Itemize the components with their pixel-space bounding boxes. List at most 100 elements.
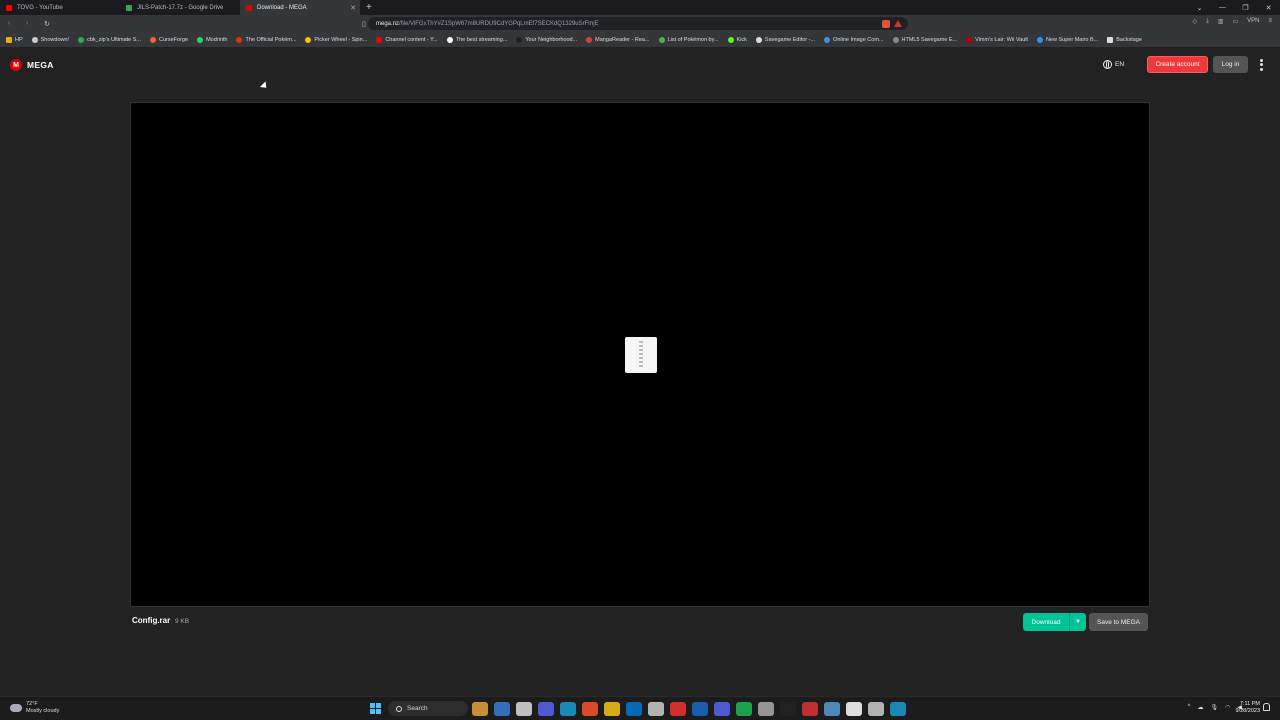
bookmark-favicon-icon — [150, 36, 157, 43]
bookmark-item[interactable]: Your Neighborhood... — [516, 36, 577, 43]
taskbar-app-icon[interactable] — [780, 702, 796, 716]
notification-bell-icon[interactable] — [1263, 703, 1270, 711]
more-options-icon[interactable] — [1258, 58, 1264, 72]
onedrive-icon[interactable]: ☁ — [1198, 704, 1204, 711]
taskbar-app-icon[interactable] — [692, 702, 708, 716]
taskbar-app-icon[interactable] — [736, 702, 752, 716]
taskbar-app-icon[interactable] — [582, 702, 598, 716]
bookmark-item[interactable]: Picker Wheel - Spin... — [305, 36, 367, 43]
taskbar-app-icon[interactable] — [890, 702, 906, 716]
taskbar-app-icon[interactable] — [714, 702, 730, 716]
bookmark-item[interactable]: List of Pokémon by... — [658, 36, 719, 43]
bookmark-item[interactable]: Backstage — [1107, 36, 1142, 43]
extensions-icon[interactable]: ◇ — [1193, 18, 1198, 25]
brave-rewards-icon[interactable] — [894, 20, 902, 27]
folder-icon — [6, 36, 12, 43]
taskbar-app-icon[interactable] — [626, 702, 642, 716]
save-to-mega-button[interactable]: Save to MEGA — [1089, 613, 1148, 631]
language-selector[interactable]: EN — [1103, 60, 1124, 69]
bookmark-item[interactable]: Modrinth — [197, 36, 227, 43]
sidebar-icon[interactable]: ▥ — [1218, 18, 1224, 25]
taskbar-app-icon[interactable] — [516, 702, 532, 716]
back-icon[interactable]: ‹ — [8, 20, 18, 27]
tab-label: TOVG - YouTube — [17, 4, 63, 11]
download-button[interactable]: Download ▼ — [1023, 613, 1086, 631]
bookmark-item[interactable]: cbk_zip's Ultimate S... — [78, 36, 141, 43]
weather-widget[interactable]: 72°F Mostly cloudy — [10, 701, 59, 715]
google-drive-icon — [126, 4, 132, 11]
bookmark-favicon-icon — [236, 36, 243, 43]
taskbar-app-icon[interactable] — [494, 702, 510, 716]
taskbar-app-icon[interactable] — [802, 702, 818, 716]
taskbar-app-icon[interactable] — [846, 702, 862, 716]
bookmark-item[interactable]: HP — [6, 36, 23, 43]
taskbar-app-icon[interactable] — [472, 702, 488, 716]
new-tab-button[interactable]: + — [366, 2, 372, 13]
address-bar[interactable]: mega.nz /file/ViFGxThY#Z1SpW67m8URDU9CdY… — [368, 17, 908, 30]
taskbar-search[interactable]: Search — [388, 701, 468, 716]
taskbar-app-icon[interactable] — [560, 702, 576, 716]
taskbar-app-icon[interactable] — [538, 702, 554, 716]
taskbar-app-icon[interactable] — [868, 702, 884, 716]
taskbar-apps — [472, 702, 906, 716]
window-controls: ⌄ — ❐ ✕ — [1188, 0, 1280, 15]
weather-temp: 72°F — [26, 701, 38, 707]
bookmark-item[interactable]: MangaReader - Rea... — [586, 36, 650, 43]
forward-icon[interactable]: › — [26, 20, 36, 27]
taskbar-search-label: Search — [407, 705, 428, 712]
menu-icon[interactable]: ≡ — [1268, 18, 1272, 25]
reload-icon[interactable]: ↻ — [44, 20, 54, 28]
bookmark-favicon-icon — [197, 36, 204, 43]
browser-toolbar: ‹ › ↻ ▯ mega.nz /file/ViFGxThY#Z1SpW67m8… — [0, 15, 1280, 32]
url-path: /file/ViFGxThY#Z1SpW67m8URDU9CdYGPqLmEf7… — [399, 20, 599, 27]
mega-logo[interactable]: M MEGA — [10, 59, 54, 71]
restore-icon[interactable]: ❐ — [1234, 4, 1257, 12]
bookmark-item[interactable]: HTML5 Savegame E... — [892, 36, 957, 43]
bookmark-item[interactable]: New Super Mario B... — [1036, 36, 1098, 43]
windows-start-icon[interactable] — [370, 703, 381, 714]
clock-time: 7:11 PM — [1239, 701, 1260, 707]
microphone-icon[interactable]: 🎙︎ — [1211, 704, 1219, 711]
mega-favicon-icon — [246, 4, 252, 11]
tab-youtube[interactable]: TOVG - YouTube — [0, 0, 120, 15]
bookmark-item[interactable]: Showdown! — [31, 36, 69, 43]
taskbar-clock[interactable]: 7:11 PM 9/28/2023 — [1226, 701, 1260, 715]
bookmark-item[interactable]: Kick — [727, 36, 747, 43]
minimize-icon[interactable]: — — [1211, 4, 1234, 11]
bookmark-favicon-icon — [446, 36, 453, 43]
bookmark-item[interactable]: Online Image Com... — [824, 36, 884, 43]
bookmark-favicon-icon — [586, 36, 593, 43]
bookmark-favicon-icon — [824, 36, 831, 43]
close-tab-icon[interactable]: ✕ — [350, 4, 356, 12]
taskbar-app-icon[interactable] — [670, 702, 686, 716]
close-window-icon[interactable]: ✕ — [1257, 4, 1280, 12]
url-host: mega.nz — [376, 20, 400, 27]
tab-google-drive[interactable]: JILS-Patch-17.7z - Google Drive — [120, 0, 240, 15]
bookmark-item[interactable]: CurseForge — [150, 36, 188, 43]
archive-file-icon — [625, 337, 657, 373]
bookmark-favicon-icon — [78, 36, 85, 43]
downloads-icon[interactable]: ⤓ — [1206, 18, 1209, 25]
tab-search-icon[interactable]: ⌄ — [1188, 4, 1211, 12]
tab-mega[interactable]: Download - MEGA ✕ — [240, 0, 360, 15]
taskbar-app-icon[interactable] — [758, 702, 774, 716]
bookmark-item[interactable]: Vimm's Lair: Wii Vault — [966, 36, 1028, 43]
tab-label: Download - MEGA — [257, 4, 307, 11]
toolbar-actions: ◇ ⤓ ▥ ▭ VPN ≡ — [1193, 18, 1272, 25]
bookmark-item[interactable]: Channel content - Y... — [376, 36, 438, 43]
wallet-icon[interactable]: ▭ — [1232, 18, 1238, 25]
bookmark-item[interactable]: Savegame Editor -... — [755, 36, 815, 43]
create-account-button[interactable]: Create account — [1147, 56, 1208, 73]
taskbar-app-icon[interactable] — [648, 702, 664, 716]
bookmark-favicon-icon — [1107, 36, 1114, 43]
download-label: Download — [1031, 618, 1061, 626]
brave-shields-icon[interactable] — [882, 19, 890, 28]
bookmark-item[interactable]: The Official Pokém... — [236, 36, 296, 43]
taskbar-app-icon[interactable] — [824, 702, 840, 716]
download-options-chevron-icon[interactable]: ▼ — [1069, 613, 1086, 631]
taskbar-app-icon[interactable] — [604, 702, 620, 716]
bookmark-item[interactable]: The best streaming... — [446, 36, 507, 43]
login-button[interactable]: Log in — [1213, 56, 1248, 73]
tray-chevron-icon[interactable]: ^ — [1188, 704, 1191, 711]
vpn-button[interactable]: VPN — [1247, 18, 1259, 25]
